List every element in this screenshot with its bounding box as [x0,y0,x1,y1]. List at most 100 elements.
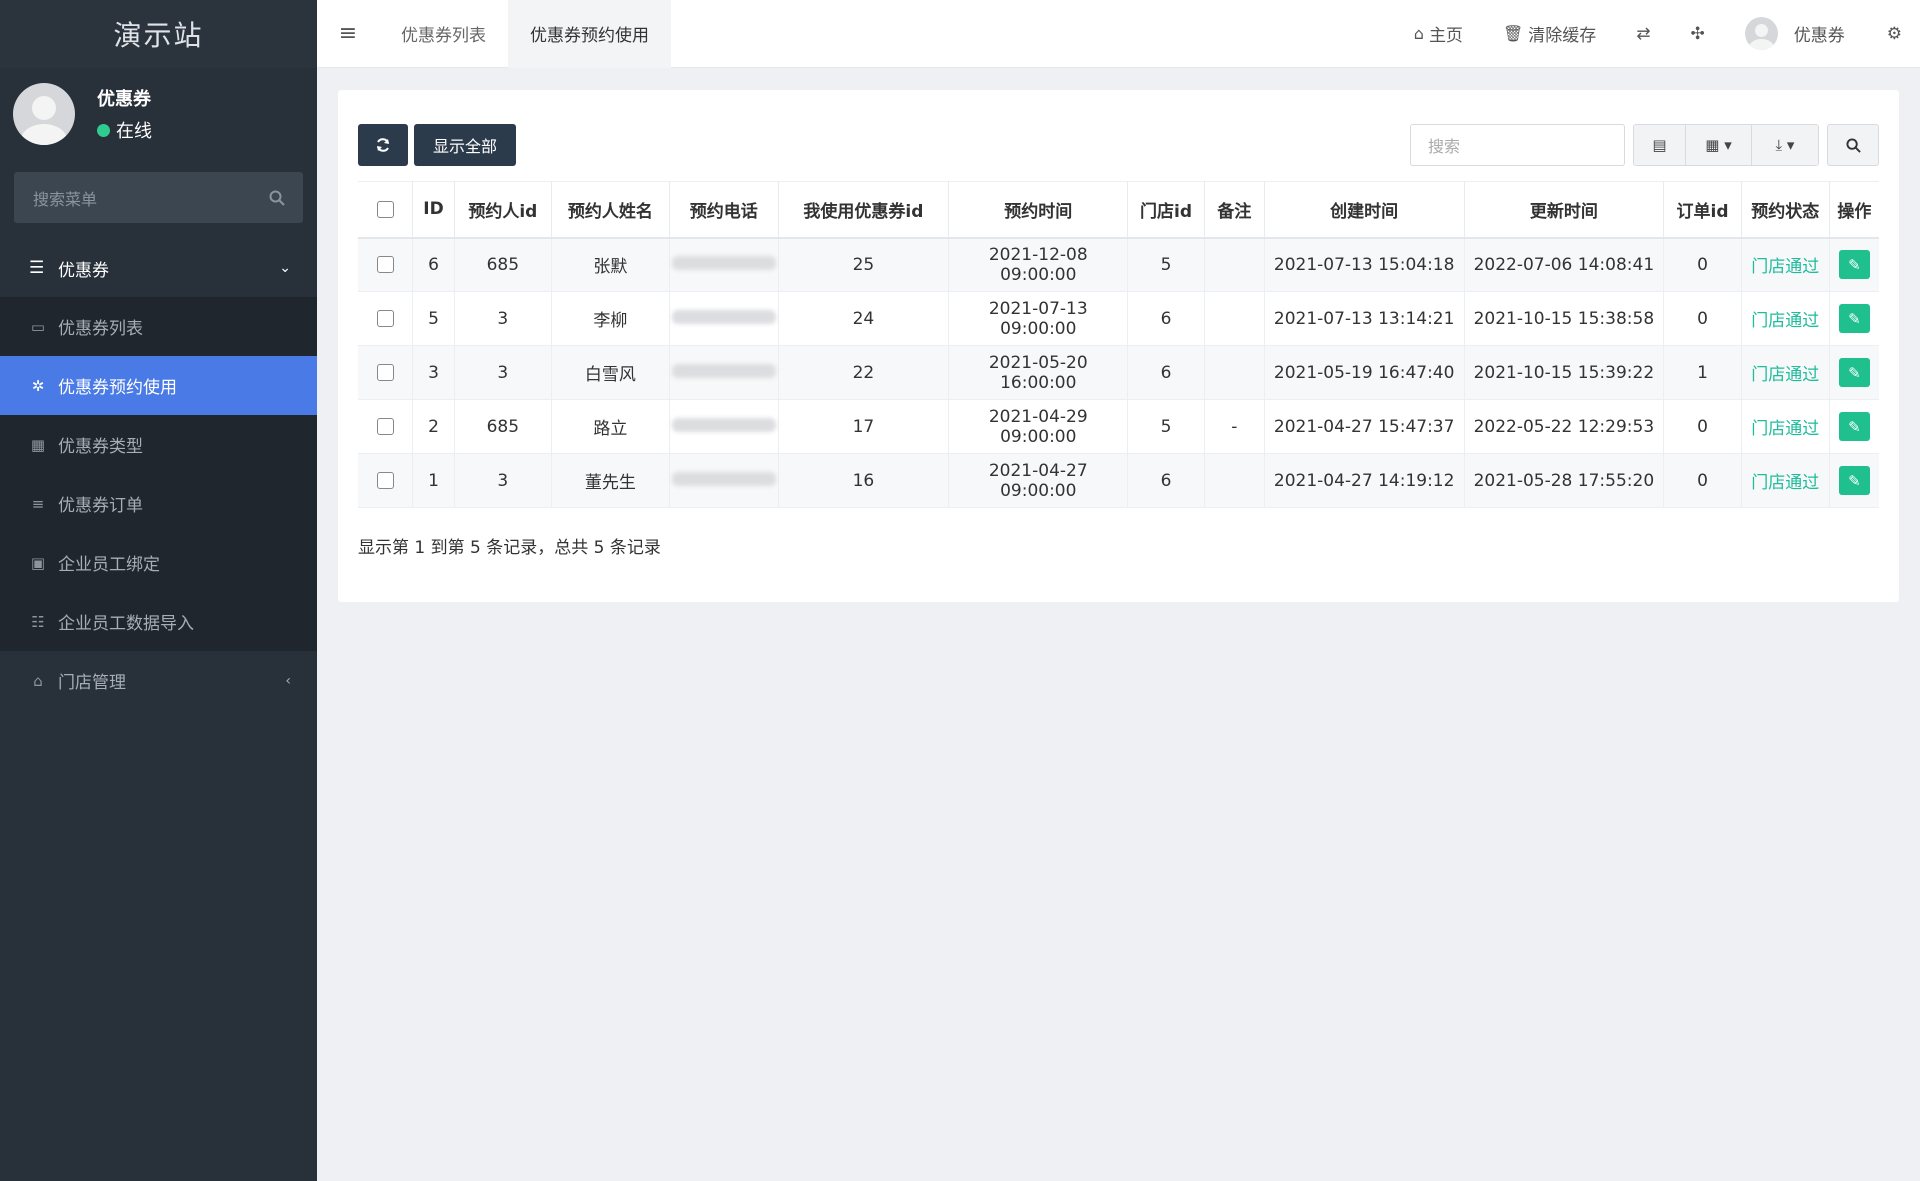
column-header[interactable]: 更新时间 [1464,182,1664,238]
edit-pencil-icon[interactable]: ✎ [1839,358,1870,387]
cell-id: 6 [413,238,454,292]
tab-coupon-list[interactable]: 优惠券列表 [379,0,508,68]
row-checkbox[interactable] [358,454,413,508]
cell-created: 2021-05-19 16:47:40 [1264,346,1464,400]
row-checkbox[interactable] [358,400,413,454]
column-header[interactable]: 预约电话 [669,182,778,238]
cell-name: 李柳 [551,292,669,346]
columns-dropdown-icon[interactable]: ▦ ▾ [1686,125,1752,165]
column-header[interactable]: 备注 [1204,182,1264,238]
column-header[interactable]: 订单id [1664,182,1742,238]
menu-toggle-icon[interactable]: ≡ [317,0,379,68]
cell-order-id: 0 [1664,238,1742,292]
sidebar-item-label: 优惠券订单 [58,491,143,516]
sidebar-item-label: 优惠券列表 [58,314,143,339]
list-icon: ≡ [29,495,47,513]
language-icon[interactable]: ⇄ [1616,24,1670,44]
top-user-menu[interactable]: 优惠券 [1725,17,1867,50]
edit-pencil-icon[interactable]: ✎ [1839,250,1870,279]
cell-order-id: 0 [1664,292,1742,346]
card-view-icon[interactable]: ▤ [1634,125,1686,165]
reservation-table: ID 预约人id 预约人姓名 预约电话 我使用优惠券id 预约时间 门店id 备… [358,181,1879,508]
home-icon: ⌂ [1414,24,1424,43]
menu-search-input[interactable]: 搜索菜单 [14,172,303,223]
sidebar-group-coupon[interactable]: ☰ 优惠券 ⌄ [0,239,317,297]
cell-store-id: 5 [1128,238,1205,292]
cell-name: 路立 [551,400,669,454]
row-checkbox[interactable] [358,238,413,292]
list-icon: ☰ [29,258,47,278]
cell-actions: ✎ [1829,346,1879,400]
cell-status[interactable]: 门店通过 [1741,346,1829,400]
cell-note [1204,346,1264,400]
sidebar-item-coupon-type[interactable]: ▦ 优惠券类型 [0,415,317,474]
sidebar-item-employee-import[interactable]: ☷ 企业员工数据导入 [0,592,317,651]
cell-created: 2021-07-13 13:14:21 [1264,292,1464,346]
sidebar-menu: ☰ 优惠券 ⌄ ▭ 优惠券列表 ✲ 优惠券预约使用 ▦ 优惠券类型 ≡ 优惠券订… [0,239,317,710]
cell-phone-redacted [669,238,778,292]
sidebar-item-label: 优惠券预约使用 [58,373,177,398]
sidebar-item-coupon-reservation[interactable]: ✲ 优惠券预约使用 [0,356,317,415]
chevron-left-icon: ‹ [285,673,291,689]
cell-time: 2021-04-29 09:00:00 [949,400,1128,454]
row-checkbox[interactable] [358,292,413,346]
column-header[interactable]: 预约人姓名 [551,182,669,238]
table-row: 2 685 路立 17 2021-04-29 09:00:00 5 - 2021… [358,400,1879,454]
clear-cache-link[interactable]: 🗑 清除缓存 [1483,21,1616,46]
trash-icon: 🗑 [1503,24,1523,43]
settings-gears-icon[interactable]: ⚙ [1867,24,1920,44]
cell-user-id: 685 [454,238,551,292]
sidebar-item-coupon-list[interactable]: ▭ 优惠券列表 [0,297,317,356]
column-header[interactable]: 预约时间 [949,182,1128,238]
sidebar-item-coupon-order[interactable]: ≡ 优惠券订单 [0,474,317,533]
avatar [1745,17,1778,50]
cell-user-id: 3 [454,292,551,346]
cell-status[interactable]: 门店通过 [1741,400,1829,454]
export-dropdown-icon[interactable]: ⤓ ▾ [1752,125,1818,165]
cell-phone-redacted [669,292,778,346]
row-checkbox[interactable] [358,346,413,400]
cell-time: 2021-04-27 09:00:00 [949,454,1128,508]
sidebar-item-store-management[interactable]: ⌂ 门店管理 ‹ [0,651,317,710]
search-icon [1846,138,1861,153]
edit-pencil-icon[interactable]: ✎ [1839,466,1870,495]
cell-updated: 2021-05-28 17:55:20 [1464,454,1664,508]
edit-pencil-icon[interactable]: ✎ [1839,412,1870,441]
cell-store-id: 6 [1128,454,1205,508]
refresh-icon [375,137,391,153]
show-all-button[interactable]: 显示全部 [414,124,516,166]
column-header[interactable]: 预约人id [454,182,551,238]
column-header[interactable]: 预约状态 [1741,182,1829,238]
search-icon[interactable] [269,190,285,206]
brand-title[interactable]: 演示站 [0,0,317,68]
cell-name: 董先生 [551,454,669,508]
home-icon: ⌂ [29,672,47,690]
table-toolbar: 显示全部 搜索 ▤ ▦ ▾ ⤓ ▾ [358,124,1879,166]
column-header[interactable]: 我使用优惠券id [778,182,949,238]
table-row: 1 3 董先生 16 2021-04-27 09:00:00 6 2021-04… [358,454,1879,508]
cell-note [1204,454,1264,508]
cell-status[interactable]: 门店通过 [1741,292,1829,346]
cell-note [1204,238,1264,292]
table-search-input[interactable]: 搜索 [1410,124,1625,166]
search-button[interactable] [1827,124,1879,166]
sidebar-item-employee-binding[interactable]: ▣ 企业员工绑定 [0,533,317,592]
cell-user-id: 3 [454,454,551,508]
cell-updated: 2021-10-15 15:38:58 [1464,292,1664,346]
cell-status[interactable]: 门店通过 [1741,238,1829,292]
column-header[interactable]: 创建时间 [1264,182,1464,238]
home-link[interactable]: ⌂ 主页 [1394,21,1483,46]
sidebar-item-label: 企业员工绑定 [58,550,160,575]
column-header[interactable]: 门店id [1128,182,1205,238]
fullscreen-icon[interactable]: ✣ [1671,24,1725,44]
select-all-checkbox[interactable] [358,182,413,238]
cell-id: 1 [413,454,454,508]
column-header[interactable]: ID [413,182,454,238]
edit-pencil-icon[interactable]: ✎ [1839,304,1870,333]
tab-coupon-reservation[interactable]: 优惠券预约使用 [508,0,671,68]
sidebar-item-label: 企业员工数据导入 [58,609,194,634]
cell-phone-redacted [669,454,778,508]
pagination-info: 显示第 1 到第 5 条记录，总共 5 条记录 [358,533,661,558]
refresh-button[interactable] [358,124,408,166]
cell-status[interactable]: 门店通过 [1741,454,1829,508]
